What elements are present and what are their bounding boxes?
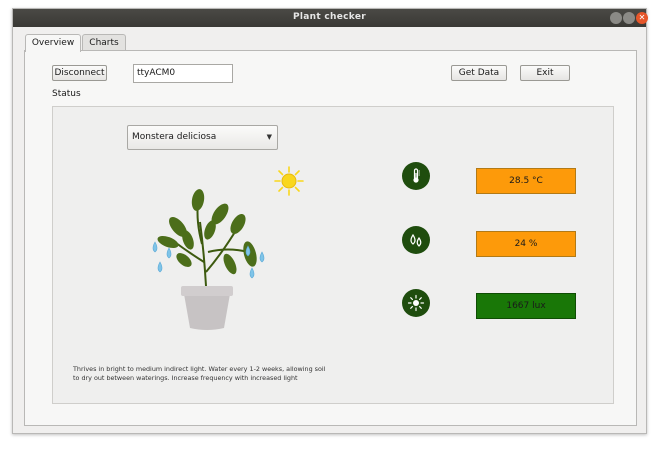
maximize-button[interactable] bbox=[623, 12, 635, 24]
temperature-reading: 28.5 °C bbox=[476, 168, 576, 194]
moisture-reading: 24 % bbox=[476, 231, 576, 257]
status-label: Status bbox=[52, 89, 81, 99]
window-title: Plant checker bbox=[293, 12, 366, 22]
minimize-button[interactable] bbox=[610, 12, 622, 24]
disconnect-button[interactable]: Disconnect bbox=[52, 65, 107, 81]
get-data-button[interactable]: Get Data bbox=[451, 65, 507, 81]
water-drops-icon bbox=[402, 226, 430, 254]
chevron-down-icon: ▼ bbox=[266, 133, 272, 141]
plant-select-value: Monstera deliciosa bbox=[132, 132, 217, 142]
exit-button[interactable]: Exit bbox=[520, 65, 570, 81]
plant-illustration bbox=[152, 189, 265, 330]
tab-charts[interactable]: Charts bbox=[82, 34, 126, 51]
plant-select[interactable]: Monstera deliciosa ▼ bbox=[127, 125, 278, 150]
light-icon bbox=[402, 289, 430, 317]
title-bar: Plant checker ✕ bbox=[13, 9, 648, 27]
thermometer-icon bbox=[402, 162, 430, 190]
port-field[interactable]: ttyACM0 bbox=[133, 64, 233, 83]
light-reading: 1667 lux bbox=[476, 293, 576, 319]
tab-overview[interactable]: Overview bbox=[25, 34, 81, 52]
app-window: Plant checker ✕ Overview Charts Disconne… bbox=[12, 8, 648, 434]
status-group: Monstera deliciosa ▼ Thrives in bright t… bbox=[52, 106, 614, 404]
sun-icon bbox=[274, 166, 304, 196]
overview-pane: Disconnect ttyACM0 Get Data Exit Status … bbox=[24, 50, 637, 426]
plant-care-description: Thrives in bright to medium indirect lig… bbox=[73, 365, 326, 382]
close-button[interactable]: ✕ bbox=[636, 12, 648, 24]
